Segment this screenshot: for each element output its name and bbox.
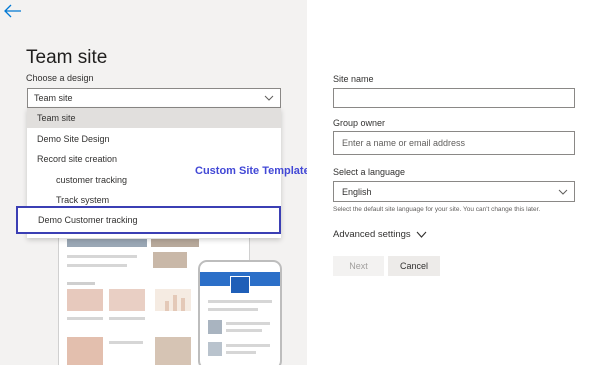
preview-text-line: [109, 341, 143, 344]
design-pane: Team site Choose a design Team site Team…: [0, 0, 307, 365]
preview-text-line: [67, 317, 103, 320]
language-dropdown[interactable]: English: [333, 181, 575, 202]
chevron-down-icon: [558, 189, 568, 195]
preview-bar: [181, 298, 185, 311]
preview-text-line: [67, 264, 127, 267]
cancel-button[interactable]: Cancel: [388, 256, 440, 276]
site-name-input[interactable]: [333, 88, 575, 108]
group-owner-input[interactable]: [333, 131, 575, 155]
preview-hero: [151, 239, 199, 247]
preview-text-line: [208, 308, 258, 311]
dropdown-option-team-site[interactable]: Team site: [27, 108, 281, 128]
design-dropdown[interactable]: Team site: [27, 88, 281, 108]
preview-text-line: [226, 322, 270, 325]
preview-tile: [155, 337, 191, 365]
preview-text-line: [67, 255, 137, 258]
preview-text-line: [226, 329, 262, 332]
design-label: Choose a design: [26, 73, 94, 83]
language-label: Select a language: [333, 167, 406, 177]
dropdown-option-demo-site-design[interactable]: Demo Site Design: [27, 129, 281, 149]
preview-text-line: [109, 317, 145, 320]
dropdown-option-label: Demo Customer tracking: [38, 215, 138, 225]
preview-tile: [67, 337, 103, 365]
advanced-settings-toggle[interactable]: Advanced settings: [333, 229, 427, 240]
preview-text-line: [226, 351, 256, 354]
dropdown-option-demo-customer-tracking[interactable]: Demo Customer tracking: [16, 206, 281, 234]
preview-tile: [67, 289, 103, 311]
advanced-settings-label: Advanced settings: [333, 229, 411, 240]
design-dropdown-value: Team site: [34, 93, 73, 103]
phone-logo: [230, 276, 250, 294]
preview-tile: [153, 252, 187, 268]
language-helper-text: Select the default site language for you…: [333, 206, 541, 213]
preview-tile: [208, 342, 222, 356]
custom-template-annotation: Custom Site Template: [195, 165, 310, 177]
chevron-down-icon: [264, 95, 274, 101]
preview-text-line: [67, 282, 95, 285]
page-title: Team site: [26, 47, 108, 68]
group-owner-label: Group owner: [333, 118, 386, 128]
site-name-label: Site name: [333, 74, 374, 84]
chevron-down-icon: [416, 231, 427, 238]
preview-text-line: [226, 344, 270, 347]
next-button[interactable]: Next: [333, 256, 384, 276]
preview-text-line: [208, 300, 272, 303]
preview-bar: [165, 301, 169, 311]
preview-hero: [67, 239, 147, 247]
back-arrow-icon[interactable]: [4, 4, 22, 18]
preview-tile: [109, 289, 145, 311]
language-dropdown-value: English: [342, 187, 372, 197]
mobile-preview-thumbnail: [198, 260, 282, 365]
preview-bar: [173, 295, 177, 311]
preview-tile: [208, 320, 222, 334]
